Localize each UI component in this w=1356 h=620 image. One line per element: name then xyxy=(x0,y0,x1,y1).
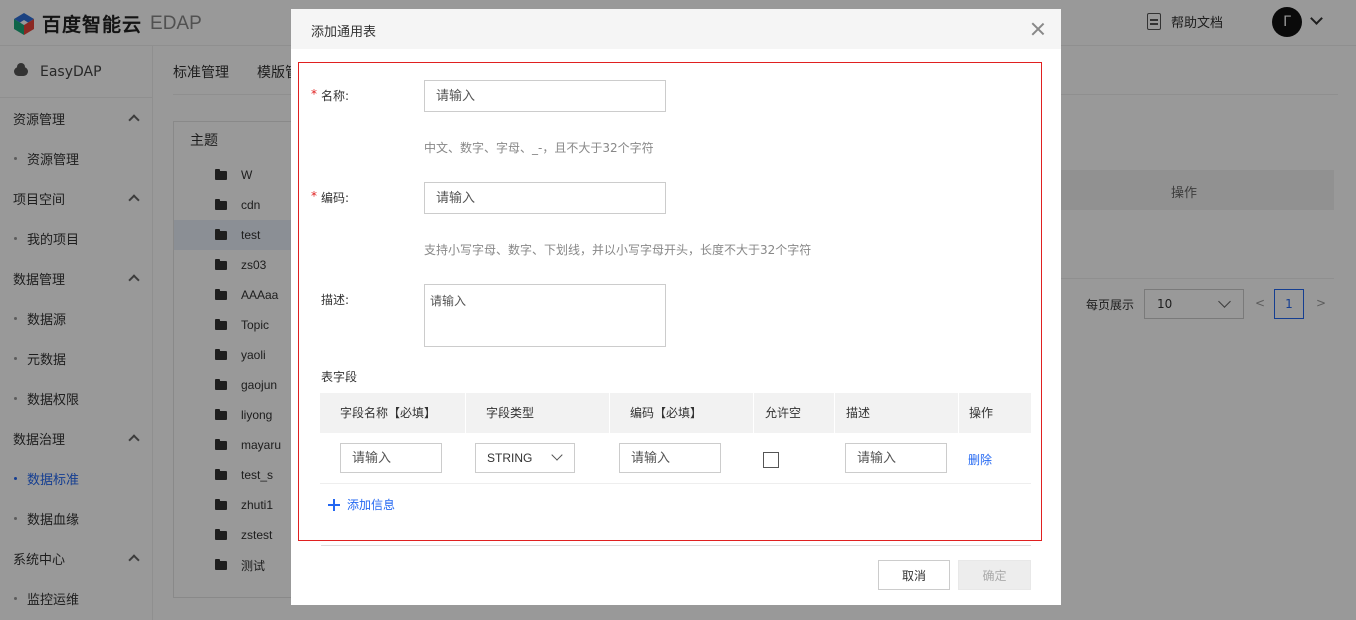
chevron-down-icon xyxy=(551,449,563,461)
col-nullable: 允许空 xyxy=(754,393,835,433)
col-operation: 操作 xyxy=(969,406,994,420)
code-input[interactable] xyxy=(424,182,666,214)
field-code-input[interactable] xyxy=(619,443,721,473)
fields-table-header: 字段名称【必填】 字段类型 编码【必填】 允许空 描述 操作 xyxy=(320,393,1031,433)
col-field-name: 字段名称【必填】 xyxy=(320,393,466,433)
description-label: 描述: xyxy=(321,293,350,307)
delete-row-link[interactable]: 删除 xyxy=(968,451,992,468)
cancel-button[interactable]: 取消 xyxy=(878,560,950,590)
nullable-checkbox[interactable] xyxy=(763,452,779,468)
footer-divider xyxy=(321,545,1031,546)
name-hint: 中文、数字、字母、_-，且不大于32个字符 xyxy=(424,141,654,155)
field-name-input[interactable] xyxy=(340,443,442,473)
col-field-code: 编码【必填】 xyxy=(610,393,754,433)
add-table-dialog: 添加通用表 * 名称: 中文、数字、字母、_-，且不大于32个字符 * 编码: … xyxy=(291,9,1061,605)
required-mark: * xyxy=(311,87,317,101)
code-hint: 支持小写字母、数字、下划线，并以小写字母开头，长度不大于32个字符 xyxy=(424,243,812,257)
code-label: 编码: xyxy=(321,191,350,205)
table-fields-label: 表字段 xyxy=(321,370,358,384)
fields-table: 字段名称【必填】 字段类型 编码【必填】 允许空 描述 操作 STRING 删除 xyxy=(320,393,1031,484)
dialog-header: 添加通用表 xyxy=(291,9,1061,49)
col-field-type: 字段类型 xyxy=(466,393,610,433)
confirm-button[interactable]: 确定 xyxy=(958,560,1031,590)
col-description: 描述 xyxy=(835,393,959,433)
close-icon[interactable] xyxy=(1031,22,1045,36)
dialog-title: 添加通用表 xyxy=(311,25,377,40)
name-label: 名称: xyxy=(321,89,350,103)
required-mark: * xyxy=(311,189,317,203)
table-row: STRING 删除 xyxy=(320,433,1031,484)
field-description-input[interactable] xyxy=(845,443,947,473)
description-textarea[interactable] xyxy=(424,284,666,347)
plus-icon xyxy=(328,498,340,511)
field-type-select[interactable]: STRING xyxy=(475,443,575,473)
name-input[interactable] xyxy=(424,80,666,112)
add-info-button[interactable]: 添加信息 xyxy=(328,496,395,513)
